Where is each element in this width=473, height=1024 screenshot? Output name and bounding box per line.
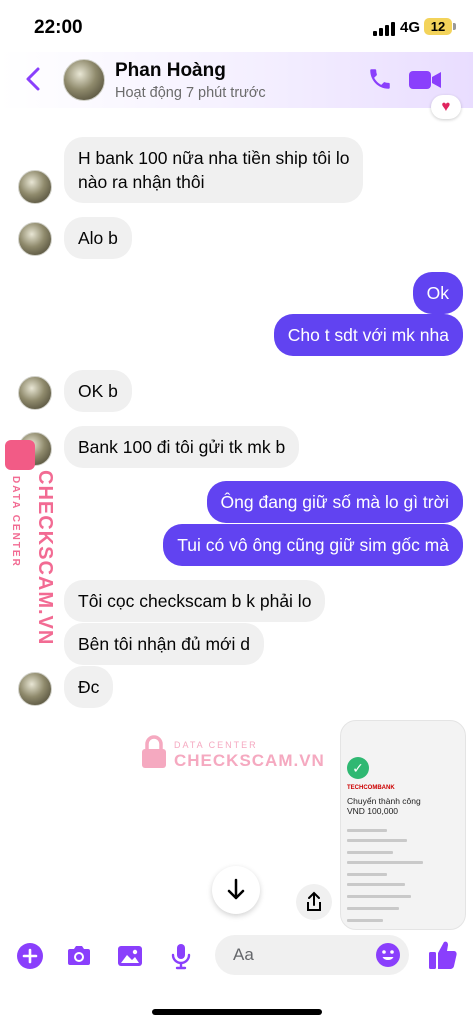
plus-icon[interactable] — [16, 942, 44, 970]
message-bubble-outgoing[interactable]: Tui có vô ông cũng giữ sim gốc mà — [163, 524, 463, 566]
thumbs-up-icon[interactable] — [428, 939, 457, 969]
phone-call-icon[interactable] — [367, 66, 393, 92]
receipt-detail-line — [347, 907, 399, 910]
receipt-detail-line — [347, 873, 387, 876]
watermark-brand: CHECKSCAM.VN — [34, 470, 56, 646]
message-bubble-incoming[interactable]: Alo b — [64, 217, 132, 259]
sender-avatar[interactable] — [18, 222, 52, 256]
message-bubble-incoming[interactable]: Tôi cọc checkscam b k phải lo — [64, 580, 326, 622]
success-check-icon: ✓ — [347, 757, 369, 779]
share-icon[interactable] — [296, 884, 332, 920]
receipt-detail-line — [347, 829, 387, 832]
receipt-detail-line — [347, 851, 393, 854]
receipt-detail-line — [347, 895, 411, 898]
message-bubble-outgoing[interactable]: Cho t sdt với mk nha — [273, 314, 463, 356]
receipt-detail-line — [347, 919, 383, 922]
message-bubble-incoming[interactable]: Bank 100 đi tôi gửi tk mk b — [64, 426, 300, 468]
microphone-icon[interactable] — [167, 942, 195, 970]
lock-icon — [5, 440, 35, 470]
video-call-icon[interactable] — [408, 68, 442, 92]
contact-avatar[interactable] — [63, 59, 105, 101]
receipt-detail-line — [347, 861, 423, 864]
lock-icon — [140, 735, 168, 769]
camera-icon[interactable] — [65, 942, 93, 970]
message-bubble-incoming[interactable]: H bank 100 nữa nha tiền ship tôi lo nào … — [64, 137, 364, 203]
scroll-to-bottom-button[interactable] — [212, 866, 260, 914]
message-input[interactable]: Aa — [215, 935, 409, 975]
sender-avatar[interactable] — [18, 672, 52, 706]
chat-header: Phan Hoàng Hoạt động 7 phút trước — [0, 52, 473, 108]
sender-avatar[interactable] — [18, 170, 52, 204]
receipt-detail-line — [347, 839, 407, 842]
contact-name[interactable]: Phan Hoàng — [115, 60, 226, 82]
gallery-icon[interactable] — [116, 942, 144, 970]
transfer-receipt-image[interactable]: ✓ TECHCOMBANK Chuyển thành công VND 100,… — [340, 720, 466, 930]
receipt-bank: TECHCOMBANK — [347, 785, 395, 791]
message-input-placeholder: Aa — [233, 945, 254, 964]
receipt-title: Chuyển thành công — [347, 796, 421, 806]
message-bubble-incoming[interactable]: Bên tôi nhận đủ mới d — [64, 623, 265, 665]
receipt-amount: VND 100,000 — [347, 806, 399, 816]
emoji-icon[interactable] — [375, 942, 401, 968]
message-bubble-incoming[interactable]: OK b — [64, 370, 132, 412]
status-bar: 22:00 4G 12 — [0, 0, 473, 52]
contact-active-status: Hoạt động 7 phút trước — [115, 85, 266, 101]
sender-avatar[interactable] — [18, 376, 52, 410]
composer-toolbar: Aa — [0, 930, 473, 982]
network-type: 4G — [400, 19, 421, 36]
battery-icon: 12 — [424, 18, 452, 35]
status-time: 22:00 — [34, 17, 83, 38]
watermark-logo: DATA CENTER CHECKSCAM.VN — [140, 735, 324, 775]
watermark-sub: DATA CENTER — [174, 740, 258, 750]
message-bubble-incoming[interactable]: Đc — [64, 666, 114, 708]
battery-tip — [453, 23, 456, 30]
watermark-logo: DATA CENTER CHECKSCAM.VN — [5, 440, 56, 645]
back-arrow-icon[interactable] — [22, 64, 46, 94]
signal-icon — [373, 22, 395, 36]
heart-reaction-icon[interactable]: ♥ — [431, 95, 461, 119]
message-bubble-outgoing[interactable]: Ông đang giữ số mà lo gì trời — [206, 481, 463, 523]
message-bubble-outgoing[interactable]: Ok — [412, 272, 463, 314]
receipt-detail-line — [347, 883, 405, 886]
watermark-sub: DATA CENTER — [10, 476, 21, 568]
watermark-brand: CHECKSCAM.VN — [174, 751, 325, 770]
home-indicator — [152, 1009, 322, 1015]
